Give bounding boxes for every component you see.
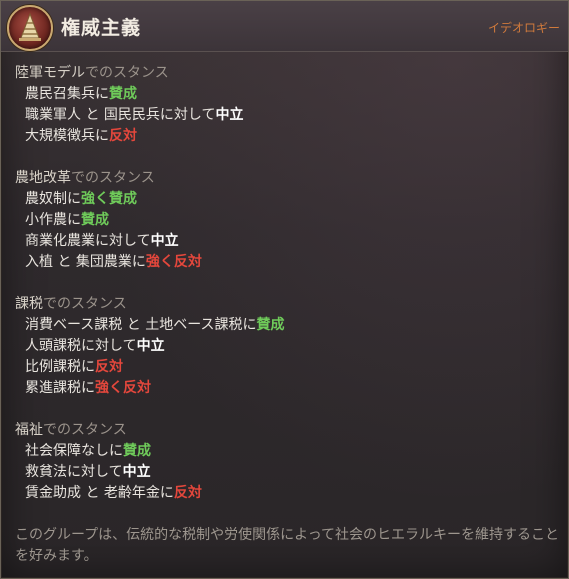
stance-row: 賃金助成 と 老齢年金に反対 — [15, 483, 555, 504]
stance-row: 消費ベース課税 と 土地ベース課税に賛成 — [15, 315, 555, 336]
law-items[interactable]: 大規模徴兵 — [25, 128, 95, 144]
stance-connector: に — [109, 443, 123, 459]
stance-row: 累進課税に強く反対 — [15, 378, 555, 399]
stance-row: 小作農に賛成 — [15, 210, 555, 231]
section-heading: 陸軍モデルでのスタンス — [15, 63, 555, 84]
stance-approve: 賛成 — [256, 317, 285, 333]
law-items[interactable]: 比例課税 — [25, 359, 81, 375]
stance-section: 課税でのスタンス 消費ベース課税 と 土地ベース課税に賛成 人頭課税に対して中立 比例… — [15, 294, 555, 399]
stance-oppose: 強く反対 — [145, 254, 202, 270]
section-heading: 福祉でのスタンス — [15, 420, 555, 441]
stance-oppose: 強く反対 — [95, 380, 151, 396]
stance-connector: に — [81, 359, 95, 375]
stance-section: 福祉でのスタンス 社会保障なしに賛成 救貧法に対して中立 賃金助成 と 老齢年金に反対 — [15, 420, 555, 504]
law-items[interactable]: 小作農 — [25, 212, 67, 228]
stance-connector: に — [67, 191, 81, 207]
law-group-name[interactable]: 福祉 — [15, 422, 43, 438]
stance-approve: 賛成 — [81, 212, 109, 228]
law-items[interactable]: 農奴制 — [25, 191, 67, 207]
stance-section: 農地改革でのスタンス 農奴制に強く賛成 小作農に賛成 商業化農業に対して中立 入植 と … — [15, 168, 555, 273]
law-items[interactable]: 消費ベース課税 と 土地ベース課税 — [25, 317, 243, 333]
stance-row: 人頭課税に対して中立 — [15, 336, 555, 357]
ideology-tooltip: 権威主義 イデオロギー 陸軍モデルでのスタンス 農民召集兵に賛成 職業軍人 と 国民… — [0, 0, 569, 579]
law-items[interactable]: 入植 と 集団農業 — [25, 254, 132, 270]
tooltip-title: 権威主義 — [61, 17, 142, 39]
section-suffix: でのスタンス — [71, 170, 155, 186]
ideology-description: このグループは、伝統的な税制や労使関係によって社会のヒエラルキーを維持することを… — [15, 527, 560, 564]
stance-connector: に対して — [67, 464, 123, 480]
law-items[interactable]: 賃金助成 と 老齢年金 — [25, 485, 160, 501]
stance-connector: に — [131, 254, 146, 270]
stance-approve: 賛成 — [123, 443, 151, 459]
stance-section: 陸軍モデルでのスタンス 農民召集兵に賛成 職業軍人 と 国民民兵に対して中立 大規模徴… — [15, 63, 555, 147]
stance-neutral: 中立 — [136, 338, 165, 354]
stance-connector: に対して — [159, 107, 216, 123]
section-suffix: でのスタンス — [85, 65, 169, 81]
tooltip-header: 権威主義 イデオロギー — [1, 1, 568, 52]
stance-connector: に — [67, 212, 81, 228]
stance-connector: に対して — [95, 233, 151, 249]
stance-row: 入植 と 集団農業に強く反対 — [15, 252, 555, 273]
stance-connector: に — [95, 86, 109, 102]
stance-row: 農奴制に強く賛成 — [15, 189, 555, 210]
law-items[interactable]: 社会保障なし — [25, 443, 109, 459]
stance-row: 商業化農業に対して中立 — [15, 231, 555, 252]
stance-approve: 強く賛成 — [81, 191, 137, 207]
section-suffix: でのスタンス — [43, 422, 127, 438]
stance-sections: 陸軍モデルでのスタンス 農民召集兵に賛成 職業軍人 と 国民民兵に対して中立 大規模徴… — [15, 63, 555, 525]
stance-row: 農民召集兵に賛成 — [15, 84, 555, 105]
stance-connector: に — [242, 317, 257, 333]
law-group-name[interactable]: 農地改革 — [15, 170, 71, 186]
section-heading: 農地改革でのスタンス — [15, 168, 555, 189]
stance-row: 比例課税に反対 — [15, 357, 555, 378]
stance-oppose: 反対 — [95, 359, 123, 375]
law-items[interactable]: 累進課税 — [25, 380, 81, 396]
stance-connector: に — [159, 485, 174, 501]
law-group-name[interactable]: 陸軍モデル — [15, 65, 85, 81]
stance-row: 職業軍人 と 国民民兵に対して中立 — [15, 105, 555, 126]
category-label: イデオロギー — [487, 21, 560, 35]
law-items[interactable]: 商業化農業 — [25, 233, 95, 249]
stance-oppose: 反対 — [173, 485, 202, 501]
section-heading: 課税でのスタンス — [15, 294, 555, 315]
stance-row: 大規模徴兵に反対 — [15, 126, 555, 147]
stance-neutral: 中立 — [215, 107, 244, 123]
law-items[interactable]: 救貧法 — [25, 464, 67, 480]
stance-neutral: 中立 — [122, 464, 151, 480]
stance-connector: に対して — [81, 338, 137, 354]
stance-row: 救貧法に対して中立 — [15, 462, 555, 483]
law-group-name[interactable]: 課税 — [15, 296, 43, 312]
section-suffix: でのスタンス — [43, 296, 127, 312]
stance-oppose: 反対 — [109, 128, 137, 144]
pyramid-icon — [7, 5, 53, 51]
stance-row: 社会保障なしに賛成 — [15, 441, 555, 462]
law-items[interactable]: 農民召集兵 — [25, 86, 95, 102]
stance-connector: に — [81, 380, 95, 396]
law-items[interactable]: 職業軍人 と 国民民兵 — [25, 107, 160, 123]
stance-connector: に — [95, 128, 109, 144]
law-items[interactable]: 人頭課税 — [25, 338, 81, 354]
stance-neutral: 中立 — [150, 233, 179, 249]
stance-approve: 賛成 — [109, 86, 137, 102]
